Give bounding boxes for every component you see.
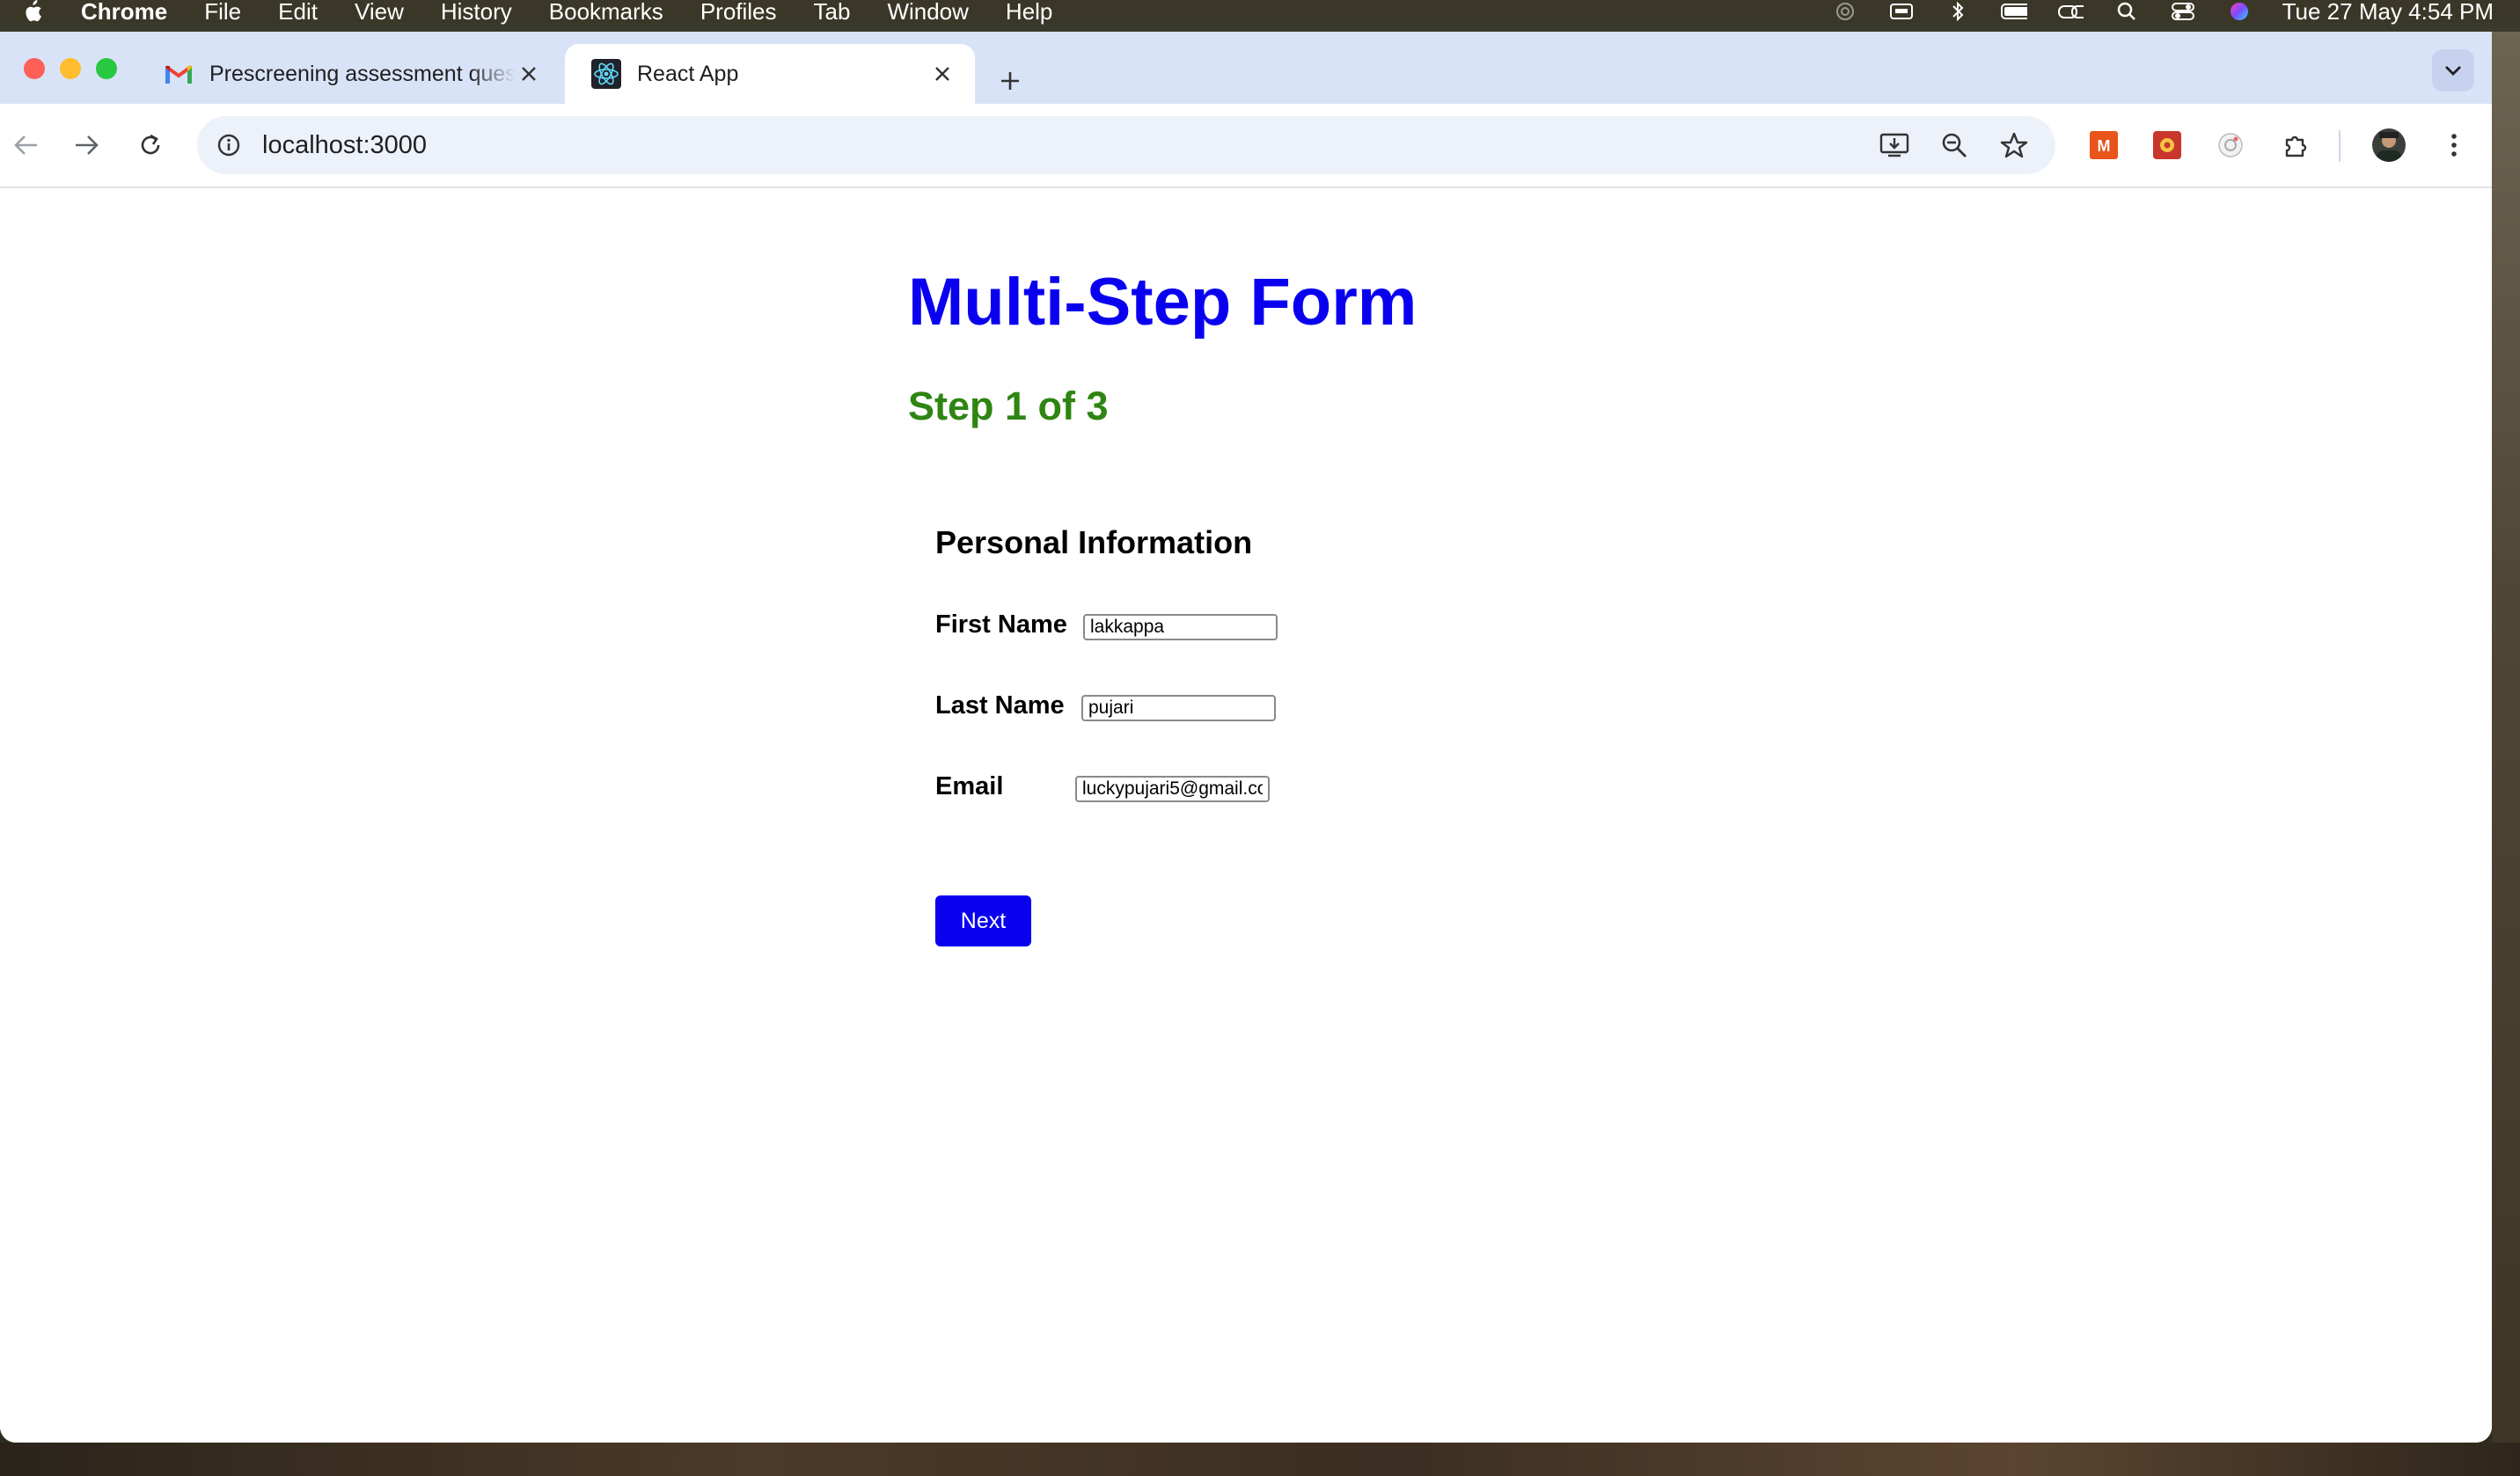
menu-profiles[interactable]: Profiles <box>700 0 777 23</box>
step-indicator: Step 1 of 3 <box>908 384 1109 428</box>
close-window-button[interactable] <box>24 58 45 79</box>
desktop-wallpaper-edge <box>2492 32 2520 1443</box>
address-bar-actions <box>1874 125 2034 165</box>
zoom-out-icon[interactable] <box>1934 125 1974 165</box>
apple-logo-icon[interactable] <box>23 0 46 23</box>
status-menus: Tue 27 May 4:54 PM <box>1832 0 2494 26</box>
last-name-input[interactable] <box>1081 695 1276 721</box>
toolbar-separator <box>2339 130 2341 162</box>
minimize-window-button[interactable] <box>60 58 81 79</box>
bookmark-star-icon[interactable] <box>1994 125 2034 165</box>
address-bar[interactable]: localhost:3000 <box>197 116 2055 174</box>
menu-tab[interactable]: Tab <box>814 0 851 23</box>
menu-edit[interactable]: Edit <box>278 0 318 23</box>
new-tab-icon[interactable] <box>993 63 1028 99</box>
tab-strip: Prescreening assessment questions React … <box>0 32 2492 104</box>
profile-avatar[interactable] <box>2369 125 2409 165</box>
battery-icon[interactable] <box>2000 2 2027 21</box>
close-tab-icon[interactable] <box>929 61 956 87</box>
tab-title: Prescreening assessment questions <box>209 61 516 86</box>
extensions-puzzle-icon[interactable] <box>2275 125 2316 165</box>
menu-view[interactable]: View <box>355 0 404 23</box>
browser-window: Prescreening assessment questions React … <box>0 32 2492 1443</box>
tab-gmail[interactable]: Prescreening assessment questions <box>137 44 561 104</box>
email-label: Email <box>935 772 1004 800</box>
siri-icon[interactable] <box>2226 2 2253 21</box>
control-center-icon[interactable] <box>2170 2 2196 21</box>
menu-bookmarks[interactable]: Bookmarks <box>549 0 663 23</box>
gmail-icon <box>164 59 194 89</box>
section-title: Personal Information <box>935 524 1253 560</box>
keyboard-input-icon[interactable] <box>1888 2 1915 21</box>
last-name-label: Last Name <box>935 691 1065 720</box>
chrome-menu-icon[interactable] <box>2434 125 2474 165</box>
svg-text:M: M <box>2098 137 2111 155</box>
menu-window[interactable]: Window <box>887 0 968 23</box>
tab-react-app[interactable]: React App <box>565 44 975 104</box>
zoom-window-button[interactable] <box>96 58 117 79</box>
menu-help[interactable]: Help <box>1006 0 1052 23</box>
menu-history[interactable]: History <box>441 0 512 23</box>
extension-camera-icon[interactable] <box>2210 125 2251 165</box>
menu-bar: Chrome File Edit View History Bookmarks … <box>0 0 2520 26</box>
first-name-input[interactable] <box>1083 614 1278 640</box>
page-content: Multi-Step Form Step 1 of 3 Personal Inf… <box>0 188 2492 1443</box>
menu-bar-clock[interactable]: Tue 27 May 4:54 PM <box>2282 0 2494 26</box>
menu-file[interactable]: File <box>204 0 241 23</box>
react-icon <box>591 59 621 89</box>
tab-search-chevron-down-icon[interactable] <box>2432 49 2474 91</box>
extension-red-icon[interactable] <box>2147 125 2187 165</box>
desktop-wallpaper <box>0 1443 2520 1476</box>
reload-icon[interactable] <box>130 125 171 165</box>
site-info-icon[interactable] <box>211 128 246 163</box>
focus-status-icon[interactable] <box>1832 2 1858 21</box>
extension-m-icon[interactable]: M <box>2084 125 2124 165</box>
email-input[interactable] <box>1075 776 1270 802</box>
spotlight-search-icon[interactable] <box>2113 2 2140 21</box>
browser-toolbar: localhost:3000 M <box>0 104 2492 188</box>
page-title: Multi-Step Form <box>908 265 1418 340</box>
bluetooth-icon[interactable] <box>1945 1 1971 22</box>
first-name-label: First Name <box>935 610 1067 639</box>
link-icon[interactable] <box>2057 2 2084 21</box>
close-tab-icon[interactable] <box>516 61 542 87</box>
back-arrow-icon[interactable] <box>5 125 46 165</box>
url-text[interactable]: localhost:3000 <box>262 131 427 160</box>
menu-app-name[interactable]: Chrome <box>81 0 167 23</box>
window-controls <box>24 58 117 79</box>
install-app-icon[interactable] <box>1874 125 1915 165</box>
tab-title: React App <box>637 61 739 86</box>
forward-arrow-icon[interactable] <box>67 125 107 165</box>
next-button[interactable]: Next <box>935 895 1031 946</box>
